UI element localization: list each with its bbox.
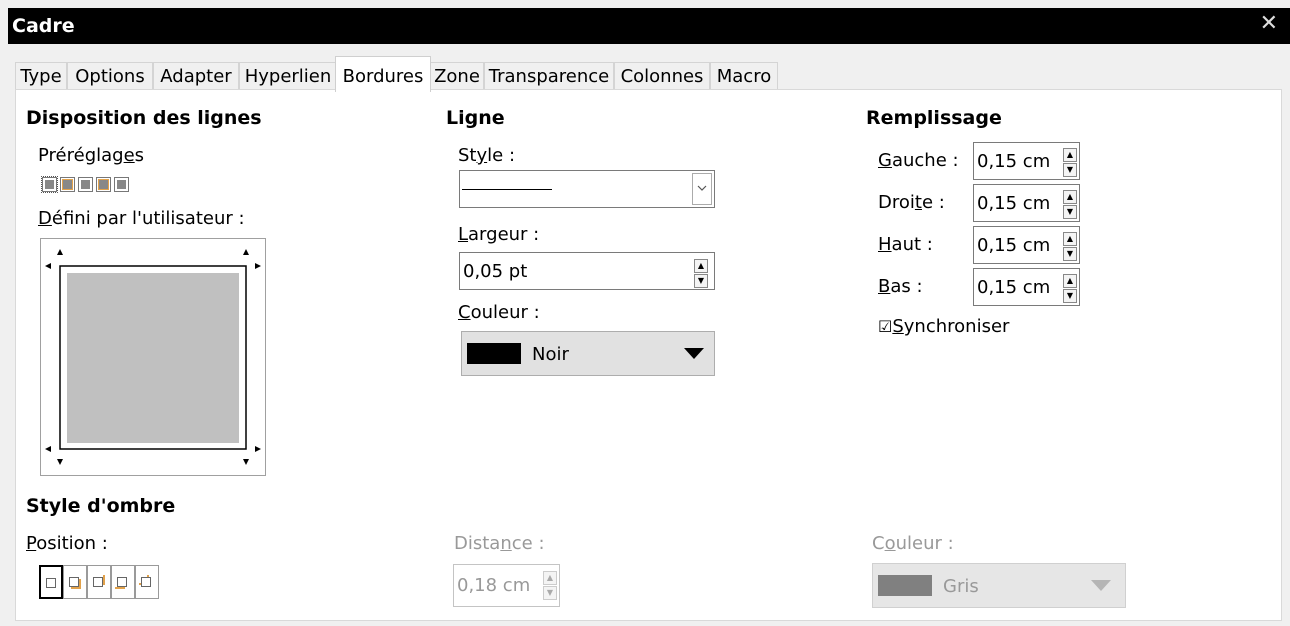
border-preview [45,249,261,465]
distance-value[interactable]: 0,18 cm [457,575,530,596]
ombre-color-button[interactable]: Gris [872,563,1126,608]
gauche-spinbox[interactable]: 0,15 cm ▲ ▼ [973,142,1080,180]
bas-spin-buttons: ▲ ▼ [1063,274,1077,303]
spin-up-icon[interactable]: ▲ [1063,232,1077,246]
user-defined-border-area[interactable] [40,238,266,476]
spin-up-icon[interactable]: ▲ [1063,274,1077,288]
ligne-color-value: Noir [532,344,569,365]
synchroniser-checkbox[interactable]: ☑Synchroniser [878,316,1009,337]
ombre-color-label: Couleur : [872,533,954,554]
checkbox-checked-icon[interactable]: ☑ [878,317,892,336]
width-value[interactable]: 0,05 pt [463,261,527,282]
shadow-bottom-left-option[interactable] [111,565,135,599]
ombre-heading: Style d'ombre [26,495,176,517]
distance-spin-buttons: ▲ ▼ [543,571,557,600]
haut-spinbox[interactable]: 0,15 cm ▲ ▼ [973,226,1080,264]
close-icon[interactable]: ✕ [1260,11,1278,36]
bordures-panel: Disposition des lignes Préréglages Défin… [15,89,1282,621]
bas-label: Bas : [878,276,923,297]
shadow-bottom-right-option[interactable] [63,565,87,599]
spin-down-icon[interactable]: ▼ [1063,163,1077,177]
preset-none[interactable] [41,176,58,193]
spin-up-icon[interactable]: ▲ [694,259,708,273]
bas-spinbox[interactable]: 0,15 cm ▲ ▼ [973,268,1080,306]
preset-top-bottom[interactable] [114,177,129,192]
tab-adapter[interactable]: Adapter [153,62,239,91]
droite-value[interactable]: 0,15 cm [977,193,1050,214]
shadow-top-left-option[interactable] [135,565,159,599]
user-defined-label: Défini par l'utilisateur : [38,208,245,229]
shadow-position-row [39,565,159,599]
width-spinbox[interactable]: 0,05 pt ▲ ▼ [459,252,715,290]
tab-bordures[interactable]: Bordures [335,56,431,92]
shadow-top-right-option[interactable] [87,565,111,599]
title-bar: Cadre ✕ [8,8,1290,44]
spin-down-icon[interactable]: ▼ [543,586,557,600]
width-label: Largeur : [458,224,540,245]
gauche-label: Gauche : [878,150,959,171]
presets-label: Préréglages [38,145,145,166]
tab-zone[interactable]: Zone [430,62,484,91]
spin-down-icon[interactable]: ▼ [694,274,708,288]
distance-label: Distance : [454,533,545,554]
gauche-value[interactable]: 0,15 cm [977,151,1050,172]
distance-spinbox[interactable]: 0,18 cm ▲ ▼ [453,564,560,607]
window-title: Cadre [12,15,75,37]
spin-down-icon[interactable]: ▼ [1063,205,1077,219]
tab-colonnes[interactable]: Colonnes [614,62,710,91]
preset-box[interactable] [60,177,75,192]
ligne-heading: Ligne [446,107,505,129]
spin-up-icon[interactable]: ▲ [543,571,557,585]
droite-spin-buttons: ▲ ▼ [1063,190,1077,219]
tab-macro[interactable]: Macro [710,62,778,91]
tab-type[interactable]: Type [15,62,67,91]
droite-label: Droite : [878,192,945,213]
ligne-color-label: Couleur : [458,302,540,323]
droite-spinbox[interactable]: 0,15 cm ▲ ▼ [973,184,1080,222]
spin-down-icon[interactable]: ▼ [1063,247,1077,261]
haut-label: Haut : [878,234,933,255]
disposition-heading: Disposition des lignes [26,107,262,129]
gauche-spin-buttons: ▲ ▼ [1063,148,1077,177]
preset-left-right[interactable] [96,177,111,192]
ligne-color-swatch [467,343,521,364]
bas-value[interactable]: 0,15 cm [977,277,1050,298]
haut-value[interactable]: 0,15 cm [977,235,1050,256]
haut-spin-buttons: ▲ ▼ [1063,232,1077,261]
ligne-color-button[interactable]: Noir [461,331,715,376]
ombre-color-value: Gris [943,576,979,597]
dropdown-arrow-icon [1091,580,1111,591]
spin-down-icon[interactable]: ▼ [1063,289,1077,303]
spin-up-icon[interactable]: ▲ [1063,148,1077,162]
preset-box-inner[interactable] [78,177,93,192]
style-select[interactable] [459,170,715,208]
presets-row [41,176,129,193]
shadow-none-option[interactable] [39,565,63,599]
width-spin-buttons: ▲ ▼ [694,259,708,288]
tab-hyperlien[interactable]: Hyperlien [239,62,337,91]
style-dropdown-button[interactable] [692,173,712,205]
tab-options[interactable]: Options [67,62,153,91]
position-label: Position : [26,533,108,554]
dropdown-arrow-icon [684,348,704,359]
tab-transparence[interactable]: Transparence [484,62,614,91]
line-style-sample [462,189,552,190]
spin-up-icon[interactable]: ▲ [1063,190,1077,204]
chevron-down-icon [697,185,707,191]
ombre-color-swatch [878,575,932,596]
remplissage-heading: Remplissage [866,107,1002,129]
style-label: Style : [458,145,516,166]
